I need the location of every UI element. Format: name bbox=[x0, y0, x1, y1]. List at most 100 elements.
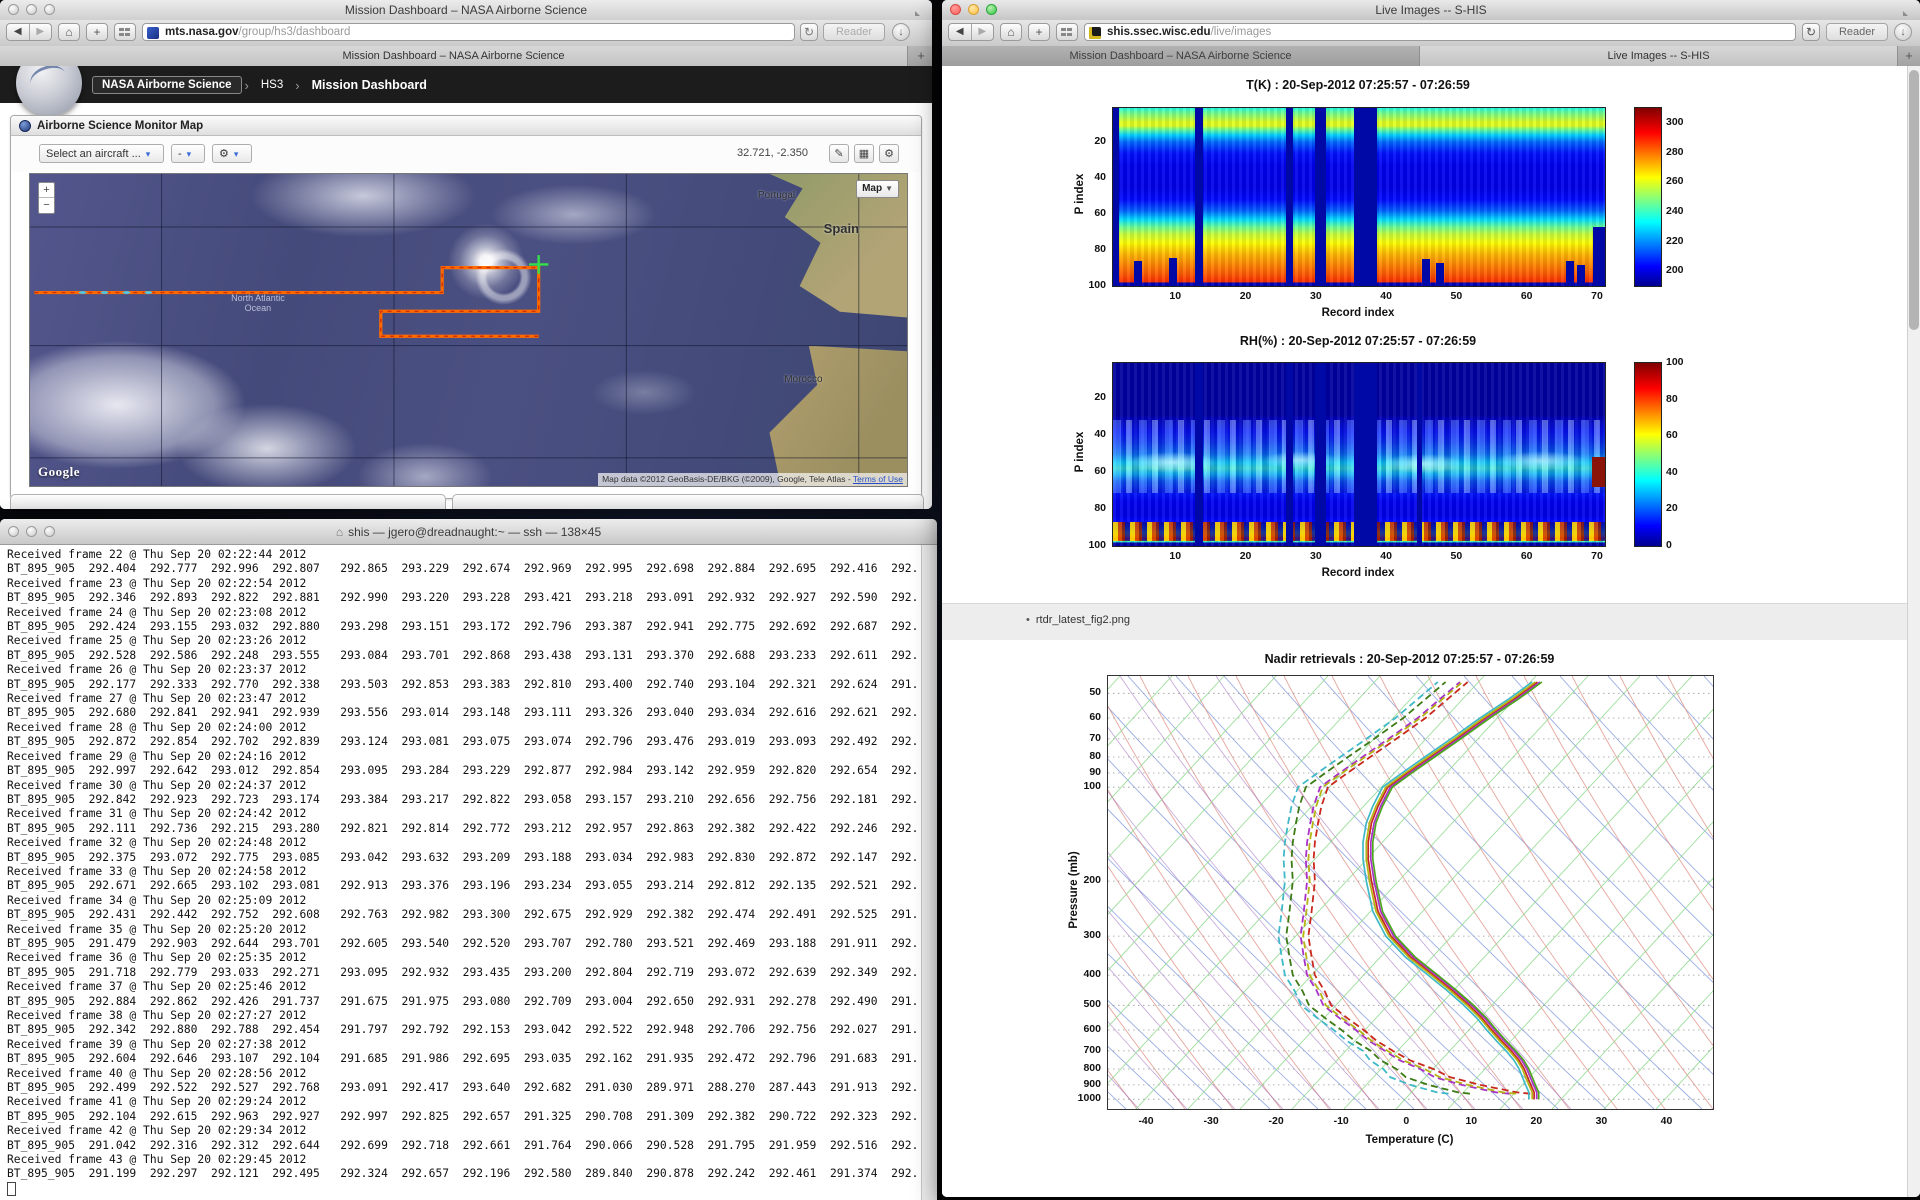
tab-add-button[interactable]: + bbox=[1898, 46, 1920, 66]
reload-button[interactable]: ↻ bbox=[800, 23, 818, 41]
figure-title: RH(%) : 20-Sep-2012 07:25:57 - 07:26:59 bbox=[1240, 334, 1476, 348]
terminal-body[interactable]: Received frame 22 @ Thu Sep 20 02:22:44 … bbox=[0, 545, 937, 1200]
close-button[interactable] bbox=[950, 4, 961, 15]
track-sample-dot bbox=[79, 291, 87, 294]
back-forward-buttons[interactable]: ◀ ▶ bbox=[948, 23, 994, 41]
fullscreen-icon[interactable] bbox=[915, 5, 926, 16]
reload-button[interactable]: ↻ bbox=[1802, 23, 1820, 41]
x-tick-label: 30 bbox=[1310, 550, 1322, 562]
forward-icon[interactable]: ▶ bbox=[972, 24, 994, 40]
home-button[interactable]: ⌂ bbox=[1000, 23, 1022, 41]
page-scrollbar[interactable] bbox=[1907, 66, 1920, 1197]
tab-live-images[interactable]: Live Images -- S-HIS bbox=[1420, 46, 1898, 66]
pressure-tick-label: 1000 bbox=[1073, 1092, 1101, 1104]
top-sites-button[interactable] bbox=[114, 23, 136, 41]
breadcrumb-hs3[interactable]: HS3 bbox=[252, 77, 292, 93]
zoom-button[interactable] bbox=[44, 4, 55, 15]
url-path: /group/hs3/dashboard bbox=[239, 26, 351, 38]
close-button[interactable] bbox=[8, 526, 19, 537]
breadcrumb-nasa-airborne-science[interactable]: NASA Airborne Science bbox=[92, 76, 242, 94]
colorbar-tick-label: 220 bbox=[1666, 235, 1684, 247]
panel-header[interactable]: Airborne Science Monitor Map bbox=[11, 116, 921, 136]
tab-add-button[interactable]: + bbox=[910, 46, 932, 66]
url-host: shis.ssec.wisc.edu bbox=[1107, 26, 1211, 38]
address-bar[interactable]: shis.ssec.wisc.edu/live/images bbox=[1084, 23, 1796, 41]
back-icon[interactable]: ◀ bbox=[949, 24, 972, 40]
left-navbar: ◀ ▶ ⌂ + mts.nasa.gov/group/hs3/dashboard… bbox=[0, 20, 932, 47]
panel-settings-button[interactable]: ⚙ bbox=[879, 144, 899, 163]
reader-button[interactable]: Reader bbox=[823, 23, 885, 41]
minimize-button[interactable] bbox=[968, 4, 979, 15]
map-type-button[interactable]: Map▼ bbox=[856, 180, 899, 198]
map-zoom-control[interactable]: + − bbox=[38, 182, 55, 214]
tab-mission-dashboard[interactable]: Mission Dashboard – NASA Airborne Scienc… bbox=[942, 46, 1420, 66]
left-window-titlebar[interactable]: Mission Dashboard – NASA Airborne Scienc… bbox=[0, 0, 932, 21]
right-window-titlebar[interactable]: Live Images -- S-HIS bbox=[942, 0, 1920, 21]
new-tab-button[interactable]: + bbox=[86, 23, 108, 41]
x-tick-label: 70 bbox=[1591, 290, 1603, 302]
terminal-titlebar[interactable]: ⌂ shis — jgero@dreadnaught:~ — ssh — 138… bbox=[0, 519, 937, 545]
terms-of-use-link[interactable]: Terms of Use bbox=[853, 474, 903, 484]
heatmap-plot-area bbox=[1112, 107, 1606, 287]
pressure-tick-label: 700 bbox=[1073, 1044, 1101, 1056]
minimize-button[interactable] bbox=[26, 4, 37, 15]
pressure-tick-label: 900 bbox=[1073, 1078, 1101, 1090]
zoom-button[interactable] bbox=[986, 4, 997, 15]
tab-mission-dashboard[interactable]: Mission Dashboard – NASA Airborne Scienc… bbox=[0, 46, 908, 66]
temperature-tick-label: -30 bbox=[1203, 1115, 1218, 1127]
home-folder-icon: ⌂ bbox=[336, 525, 343, 539]
y-tick-label: 20 bbox=[1080, 391, 1106, 403]
chevron-down-icon: ▾ bbox=[146, 149, 151, 159]
address-bar[interactable]: mts.nasa.gov/group/hs3/dashboard bbox=[142, 23, 795, 41]
secondary-select[interactable]: -▾ bbox=[171, 144, 205, 163]
home-button[interactable]: ⌂ bbox=[58, 23, 80, 41]
pressure-tick-label: 100 bbox=[1073, 780, 1101, 792]
close-button[interactable] bbox=[8, 4, 19, 15]
dashboard-subpanel bbox=[452, 494, 924, 509]
zoom-button[interactable] bbox=[44, 526, 55, 537]
chevron-separator-icon: › bbox=[295, 78, 299, 93]
grid-toggle-button[interactable]: ▦ bbox=[854, 144, 874, 163]
desktop: Mission Dashboard – NASA Airborne Scienc… bbox=[0, 0, 1920, 1200]
back-forward-buttons[interactable]: ◀ ▶ bbox=[6, 23, 52, 41]
track-sample-dot bbox=[144, 291, 152, 294]
scrollbar-thumb[interactable] bbox=[1909, 70, 1919, 330]
forward-icon[interactable]: ▶ bbox=[30, 24, 52, 40]
plus-icon: + bbox=[93, 25, 100, 39]
pressure-tick-label: 60 bbox=[1073, 711, 1101, 723]
map-settings-select[interactable]: ⚙▾ bbox=[212, 144, 252, 163]
pressure-tick-label: 400 bbox=[1073, 968, 1101, 980]
window-controls[interactable] bbox=[8, 526, 55, 537]
pressure-tick-label: 600 bbox=[1073, 1023, 1101, 1035]
flight-track-overlay bbox=[30, 174, 907, 486]
pressure-tick-label: 50 bbox=[1073, 686, 1101, 698]
reload-icon: ↻ bbox=[804, 25, 814, 39]
x-tick-label: 40 bbox=[1380, 290, 1392, 302]
window-controls[interactable] bbox=[950, 4, 997, 15]
minimize-button[interactable] bbox=[26, 526, 37, 537]
zoom-in-button[interactable]: + bbox=[39, 183, 54, 198]
y-tick-label: 80 bbox=[1080, 243, 1106, 255]
top-sites-button[interactable] bbox=[1056, 23, 1078, 41]
draw-button[interactable]: ✎ bbox=[829, 144, 849, 163]
back-icon[interactable]: ◀ bbox=[7, 24, 30, 40]
aircraft-select[interactable]: Select an aircraft ...▾ bbox=[39, 144, 164, 163]
gear-icon: ⚙ bbox=[219, 148, 229, 160]
window-controls[interactable] bbox=[8, 4, 55, 15]
monitor-map[interactable]: PortugalSpainMoroccoNorth Atlantic Ocean… bbox=[29, 173, 908, 487]
fullscreen-icon[interactable] bbox=[1903, 5, 1914, 16]
terminal-scrollbar[interactable] bbox=[921, 545, 937, 1200]
downloads-button[interactable]: ↓ bbox=[892, 23, 910, 41]
temperature-tick-label: 20 bbox=[1531, 1115, 1543, 1127]
track-sample-dot bbox=[101, 291, 109, 294]
google-logo: Google bbox=[38, 464, 80, 480]
zoom-out-button[interactable]: − bbox=[39, 198, 54, 212]
home-icon: ⌂ bbox=[1007, 25, 1014, 39]
dashboard-subpanel bbox=[10, 494, 446, 509]
map-attribution: Map data ©2012 GeoBasis-DE/BKG (©2009), … bbox=[598, 473, 907, 486]
reader-button[interactable]: Reader bbox=[1826, 23, 1888, 41]
new-tab-button[interactable]: + bbox=[1028, 23, 1050, 41]
terminal-cursor bbox=[7, 1182, 16, 1196]
downloads-button[interactable]: ↓ bbox=[1894, 23, 1912, 41]
missing-data-stripe bbox=[1354, 108, 1377, 286]
